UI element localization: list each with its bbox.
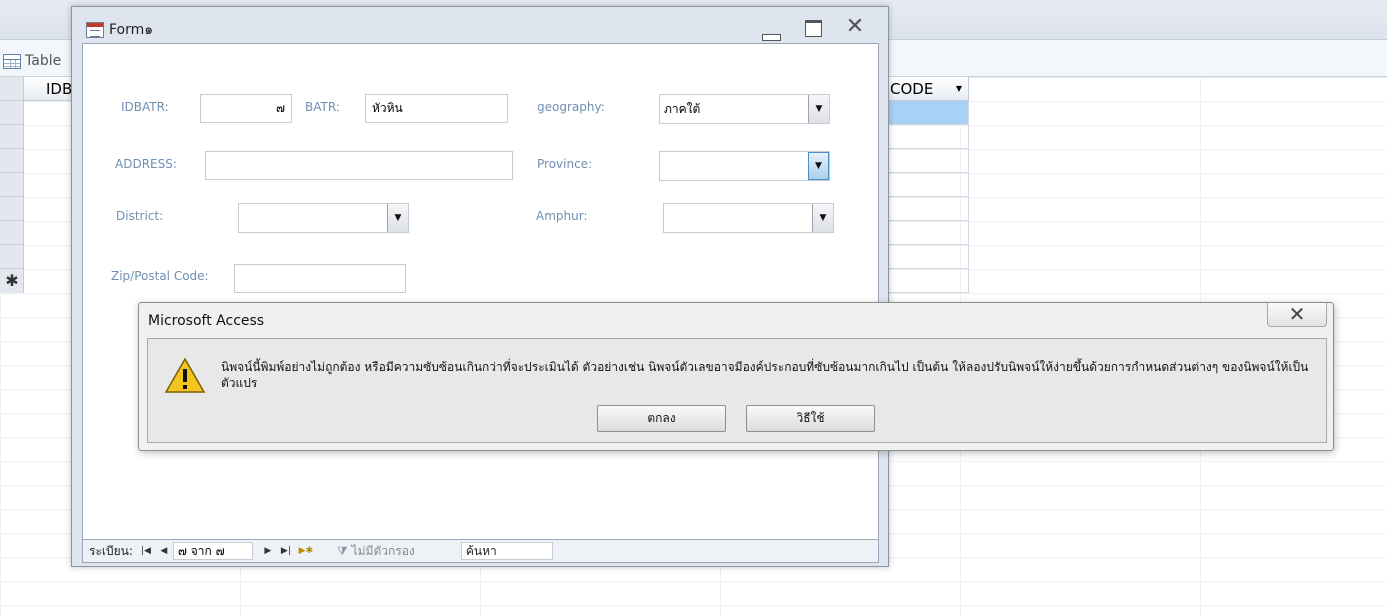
dialog-message: นิพจน์นี้พิมพ์อย่างไม่ถูกต้อง หรือมีความ…	[221, 360, 1309, 390]
dropdown-arrow-icon[interactable]: ▼	[812, 204, 833, 232]
form-window: Form๑ ✕ IDBATR: ๗ BATR: หัวหิน geography…	[71, 6, 889, 567]
table-cell[interactable]	[880, 245, 968, 269]
zip-label: Zip/Postal Code:	[111, 269, 209, 283]
dropdown-arrow-icon[interactable]: ▼	[387, 204, 408, 232]
row-selector[interactable]	[0, 125, 24, 149]
table-cell[interactable]	[880, 125, 968, 149]
filter-label: ไม่มีตัวกรอง	[351, 543, 415, 558]
dropdown-arrow-icon[interactable]: ▼	[808, 95, 829, 123]
table-cell[interactable]	[880, 221, 968, 245]
form-title-bar: Form๑	[86, 19, 153, 41]
idbatr-label: IDBATR:	[121, 100, 169, 114]
province-combo[interactable]: ▼	[659, 151, 830, 181]
table-icon	[3, 53, 21, 69]
record-navigation-bar: ระเบียน: |◀ ◀ ๗ จาก ๗ ▶ ▶| ▶✱ ⧩ ไม่มีตัว…	[82, 539, 879, 563]
form-icon	[86, 22, 104, 38]
batr-field[interactable]: หัวหิน	[365, 94, 508, 123]
ok-button[interactable]: ตกลง	[597, 405, 726, 432]
row-selector[interactable]	[0, 77, 24, 101]
close-icon[interactable]: ✕	[1267, 303, 1327, 327]
idbatr-field[interactable]: ๗	[200, 94, 292, 123]
column-header-code[interactable]: CODE ▼	[880, 77, 969, 101]
district-combo[interactable]: ▼	[238, 203, 409, 233]
table-cell[interactable]	[880, 197, 968, 221]
province-label: Province:	[537, 157, 593, 171]
error-dialog: Microsoft Access ✕ นิพจน์นี้พิมพ์อย่างไม…	[138, 302, 1334, 451]
address-label: ADDRESS:	[115, 157, 177, 171]
record-position-input[interactable]: ๗ จาก ๗	[172, 542, 253, 560]
first-record-icon[interactable]: |◀	[137, 546, 155, 556]
row-selector[interactable]	[0, 101, 24, 125]
row-selector[interactable]	[0, 149, 24, 173]
next-record-icon[interactable]: ▶	[259, 546, 277, 556]
row-selector[interactable]	[0, 173, 24, 197]
filter-icon: ⧩	[336, 543, 348, 558]
dialog-content: นิพจน์นี้พิมพ์อย่างไม่ถูกต้อง หรือมีความ…	[147, 338, 1327, 443]
minimize-button[interactable]	[756, 17, 786, 41]
filter-indicator[interactable]: ⧩ ไม่มีตัวกรอง	[337, 542, 457, 561]
dropdown-arrow-icon[interactable]: ▼	[808, 152, 829, 180]
table-cell[interactable]	[880, 101, 968, 125]
code-column-cells	[880, 101, 969, 293]
column-header-code-label: CODE	[890, 80, 934, 98]
column-dropdown-icon[interactable]: ▼	[956, 77, 962, 101]
table-cell[interactable]	[880, 269, 968, 293]
table-tab[interactable]: Table	[3, 52, 61, 70]
zip-field[interactable]	[234, 264, 406, 293]
new-record-icon[interactable]: ▶✱	[295, 546, 317, 556]
amphur-label: Amphur:	[536, 209, 588, 223]
search-input[interactable]: ค้นหา	[460, 542, 553, 560]
district-label: District:	[116, 209, 164, 223]
table-tab-label: Table	[25, 53, 62, 69]
close-icon[interactable]: ✕	[840, 16, 870, 39]
last-record-icon[interactable]: ▶|	[277, 546, 295, 556]
new-record-marker: ✱	[5, 271, 19, 290]
row-selector[interactable]	[0, 197, 24, 221]
batr-label: BATR:	[305, 100, 340, 114]
dialog-title: Microsoft Access	[148, 313, 265, 329]
record-nav-label: ระเบียน:	[89, 543, 133, 558]
amphur-combo[interactable]: ▼	[663, 203, 834, 233]
maximize-button[interactable]	[798, 17, 828, 39]
form-body: IDBATR: ๗ BATR: หัวหิน geography: ภาคใต้…	[82, 43, 879, 540]
geography-combo[interactable]: ภาคใต้ ▼	[659, 94, 830, 124]
row-selector[interactable]	[0, 245, 24, 269]
previous-record-icon[interactable]: ◀	[155, 546, 173, 556]
form-title: Form๑	[109, 22, 154, 38]
table-cell[interactable]	[880, 149, 968, 173]
row-selector-column	[0, 77, 24, 293]
address-field[interactable]	[205, 151, 513, 180]
row-selector[interactable]	[0, 221, 24, 245]
help-button[interactable]: วิธีใช้	[746, 405, 875, 432]
geography-label: geography:	[537, 100, 605, 114]
table-cell[interactable]	[880, 173, 968, 197]
warning-icon	[164, 357, 206, 393]
geography-value: ภาคใต้	[664, 102, 701, 116]
